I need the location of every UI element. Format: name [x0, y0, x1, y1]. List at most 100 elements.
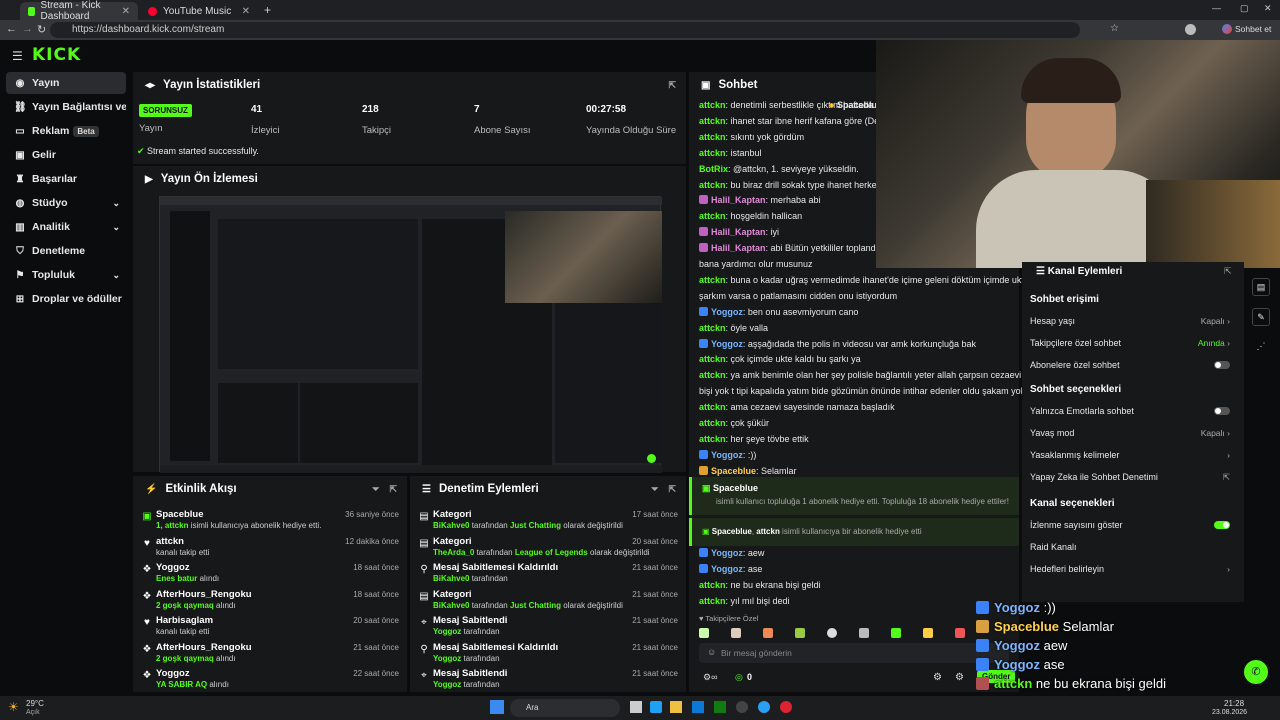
sidebar-item-denetleme[interactable]: ⛉ Denetleme	[6, 240, 126, 262]
share-icon[interactable]: ⋰	[1252, 338, 1270, 356]
setting-banned-words[interactable]: Yasaklanmış kelimeler ›	[1030, 450, 1236, 460]
emote-only-toggle[interactable]	[1214, 407, 1230, 415]
chat-username[interactable]: Yoggoz	[711, 339, 743, 349]
stream-preview-video[interactable]	[159, 196, 662, 473]
sidebar-item-droplar[interactable]: ⊞ Droplar ve ödüller	[6, 288, 126, 310]
chat-username[interactable]: Yoggoz	[711, 307, 743, 317]
chat-message: Yoggoz: aşşağıdada the polis in videosu …	[699, 338, 976, 349]
maximize-icon[interactable]: ▢	[1240, 3, 1249, 14]
popout-icon[interactable]: ⇱	[1224, 266, 1232, 277]
chat-input[interactable]: ☺ Bir mesaj gönderin	[699, 643, 1009, 663]
links-icon[interactable]: ⚙∞	[703, 672, 717, 683]
chat-username[interactable]: BotRix	[699, 164, 728, 174]
setting-followers-only[interactable]: Takipçilere özel sohbet Anında ›	[1030, 338, 1236, 348]
chat-username[interactable]: attckn	[699, 402, 726, 412]
sidebar-item-basarilar[interactable]: ♜ Başarılar	[6, 168, 126, 190]
back-icon[interactable]: ←	[6, 23, 17, 35]
setting-account-age[interactable]: Hesap yaşı Kapalı ›	[1030, 316, 1236, 326]
sidebar-item-yayin[interactable]: ◉ Yayın	[6, 72, 126, 94]
chat-username[interactable]: attckn	[699, 100, 726, 110]
tab-youtube-music[interactable]: YouTube Music ✕	[140, 2, 258, 20]
table-row: ⚲ Mesaj Sabitlemesi Kaldırıldı Yoggoz tara…	[410, 639, 686, 666]
taskbar-search[interactable]: Ara	[510, 699, 620, 717]
overlay-username: attckn	[994, 676, 1033, 691]
chat-username[interactable]: Halil_Kaptan	[711, 227, 766, 237]
popout-icon[interactable]: ⇱	[389, 484, 397, 495]
chat-username[interactable]: Spaceblue	[711, 466, 756, 476]
chat-text: sıkıntı yok gördüm	[730, 131, 805, 142]
emoji-icon[interactable]: ☺	[707, 647, 716, 657]
sidebar-item-studyo[interactable]: ◍ Stüdyo ⌄	[6, 192, 126, 214]
setting-raid[interactable]: Raid Kanalı	[1030, 542, 1236, 552]
copilot-app-icon[interactable]	[650, 701, 662, 713]
setting-ai-moderation[interactable]: Yapay Zeka ile Sohbet Denetimi ⇱	[1030, 472, 1236, 482]
profile-avatar[interactable]	[1185, 24, 1196, 35]
reload-icon[interactable]: ↻	[37, 23, 46, 36]
unpin-icon: ⚲	[420, 643, 428, 655]
chat-username[interactable]: Yoggoz	[711, 564, 743, 574]
edge-icon[interactable]	[758, 701, 770, 713]
layout-icon[interactable]: ▤	[1252, 278, 1270, 296]
mod-action-detail: BiKahve0 tarafından Just Chatting olarak…	[433, 521, 623, 530]
task-view-icon[interactable]	[630, 701, 642, 713]
emote-row[interactable]	[699, 628, 999, 640]
new-tab-icon[interactable]: +	[264, 3, 271, 17]
heart-icon: ♥	[144, 537, 150, 549]
chat-button-label[interactable]: Sohbet et	[1235, 24, 1271, 34]
chat-settings-icon[interactable]: ⚙	[933, 672, 942, 683]
sidebar-item-stream-key[interactable]: ⛓Yayın Bağlantısı ve Anahtarı	[6, 96, 126, 118]
minimize-icon[interactable]: —	[1212, 3, 1221, 13]
tab-kick-dashboard[interactable]: Stream - Kick Dashboard ✕	[20, 0, 138, 22]
chat-username[interactable]: Yoggoz	[711, 450, 743, 460]
chat-username[interactable]: Halil_Kaptan	[711, 195, 766, 205]
explorer-icon[interactable]	[670, 701, 682, 713]
chat-username[interactable]: Yoggoz	[711, 548, 743, 558]
store-icon[interactable]	[692, 701, 704, 713]
chat-username[interactable]: attckn	[699, 211, 726, 221]
sidebar-item-reklam[interactable]: ▭ Reklam Beta	[6, 120, 126, 142]
right-tool-rail: ▤ ✎ ⋰	[1250, 272, 1272, 372]
kick-logo[interactable]: KICK	[32, 45, 81, 65]
menu-icon[interactable]: ☰	[12, 49, 23, 63]
bookmark-star-icon[interactable]: ☆	[1110, 23, 1119, 34]
chat-username[interactable]: attckn	[699, 148, 726, 158]
windows-start-icon[interactable]	[490, 700, 504, 714]
overlay-text: ne bu ekrana bişi geldi	[1032, 676, 1166, 691]
chat-username[interactable]: attckn	[699, 354, 726, 364]
sidebar-item-topluluk[interactable]: ⚑ Topluluk ⌄	[6, 264, 126, 286]
close-window-icon[interactable]: ✕	[1264, 3, 1272, 14]
subs-only-toggle[interactable]	[1214, 361, 1230, 369]
close-tab-icon[interactable]: ✕	[122, 6, 130, 17]
close-tab-icon[interactable]: ✕	[242, 6, 250, 17]
forward-icon[interactable]: →	[22, 23, 33, 35]
help-chat-button[interactable]: ✆	[1244, 660, 1268, 684]
sidebar-item-gelir[interactable]: ▣ Gelir	[6, 144, 126, 166]
setting-goals[interactable]: Hedefleri belirleyin ›	[1030, 564, 1236, 574]
chat-username[interactable]: attckn	[699, 116, 726, 126]
sidebar-item-analitik[interactable]: ▥ Analitik ⌄	[6, 216, 126, 238]
chat-username[interactable]: attckn	[699, 580, 726, 590]
filter-icon[interactable]: ⏷	[372, 484, 379, 495]
chat-username[interactable]: attckn	[699, 418, 726, 428]
view-count-toggle[interactable]	[1214, 521, 1230, 529]
chat-username[interactable]: Halil_Kaptan	[711, 243, 766, 253]
table-row: ▤ Kategori BiKahve0 tarafından Just Chatti…	[410, 506, 686, 533]
setting-slow-mode[interactable]: Yavaş mod Kapalı ›	[1030, 428, 1236, 438]
popout-icon[interactable]: ⇱	[668, 484, 676, 495]
chat-username[interactable]: attckn	[699, 370, 726, 380]
chat-username[interactable]: attckn	[699, 132, 726, 142]
windows-taskbar: ☀ 29°C Açık Ara 21:28 23.08.2026	[0, 696, 1280, 720]
chat-username[interactable]: attckn	[699, 434, 726, 444]
address-input[interactable]: https://dashboard.kick.com/stream	[50, 22, 1080, 38]
mod-tools-icon[interactable]: ⚙	[955, 672, 964, 683]
wrench-icon[interactable]: ✎	[1252, 308, 1270, 326]
chat-username[interactable]: attckn	[699, 323, 726, 333]
xbox-icon[interactable]	[714, 701, 726, 713]
filter-icon[interactable]: ⏷	[651, 484, 658, 495]
chat-username[interactable]: attckn	[699, 275, 726, 285]
chat-username[interactable]: attckn	[699, 180, 726, 190]
obs-icon[interactable]	[736, 701, 748, 713]
youtube-app-icon[interactable]	[780, 701, 792, 713]
popout-icon[interactable]: ⇱	[668, 80, 676, 91]
chat-username[interactable]: attckn	[699, 596, 726, 606]
